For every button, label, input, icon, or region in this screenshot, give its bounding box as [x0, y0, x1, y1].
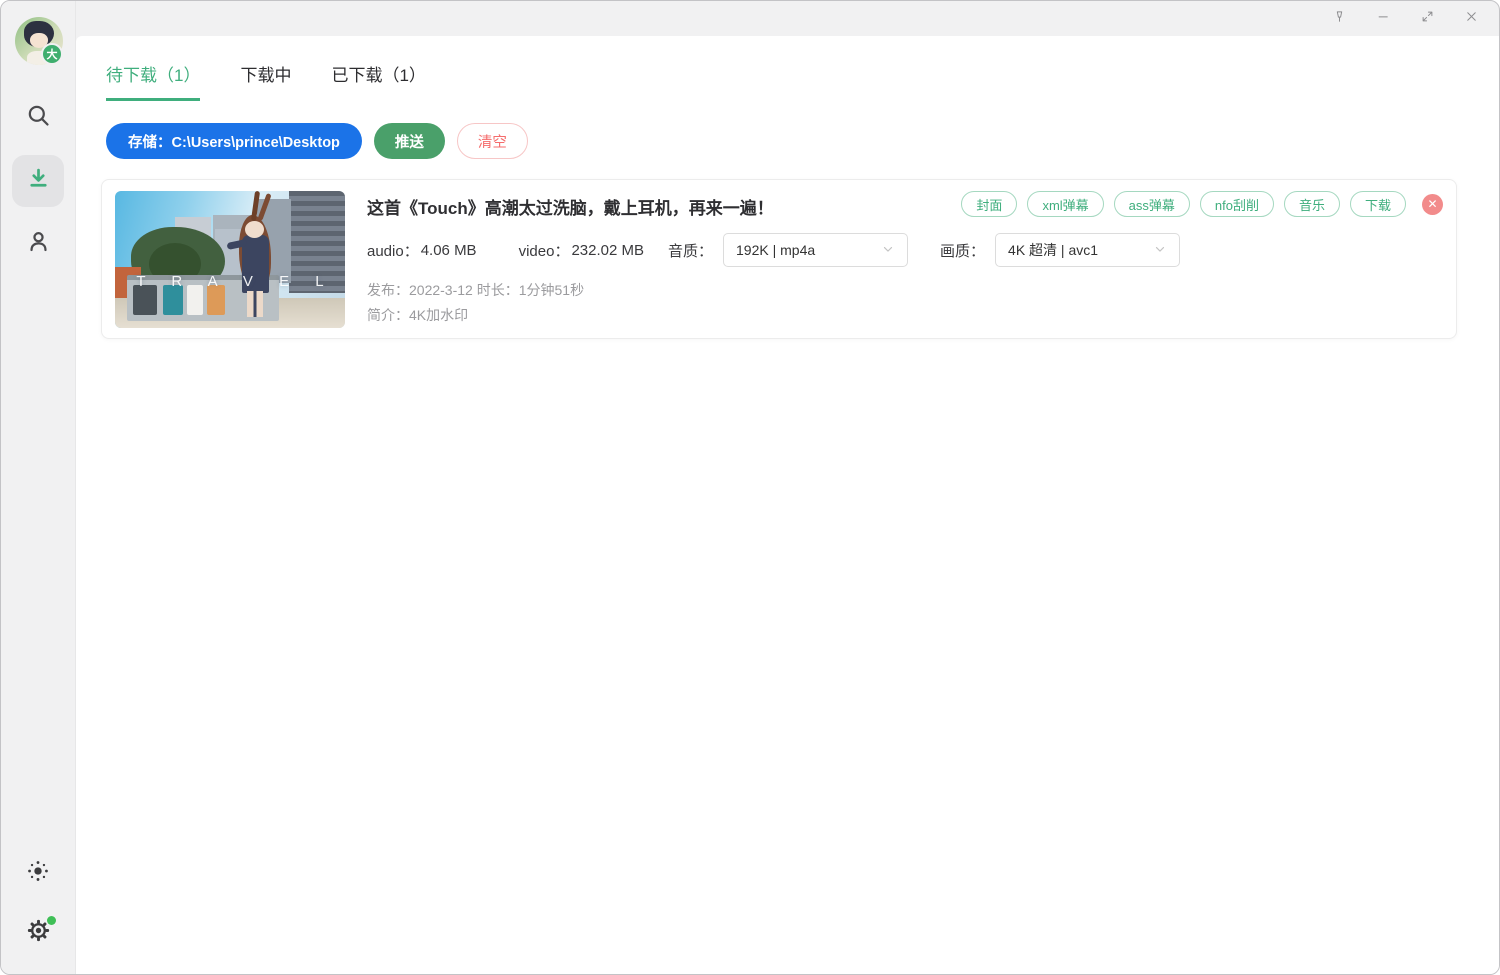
pin-window-button[interactable] — [1317, 4, 1361, 34]
remove-x-icon: ✕ — [1427, 197, 1437, 211]
video-title: 这首《Touch》高潮太过洗脑，戴上耳机，再来一遍！ — [367, 194, 774, 219]
tag-ass-danmaku[interactable]: ass弹幕 — [1114, 191, 1190, 217]
clear-button[interactable]: 清空 — [457, 123, 528, 159]
minimize-button[interactable] — [1361, 4, 1405, 34]
audio-quality-select[interactable]: 192K | mp4a — [723, 233, 908, 267]
titlebar — [1, 1, 1499, 36]
search-icon — [25, 102, 52, 134]
tag-music[interactable]: 音乐 — [1284, 191, 1340, 217]
tab-downloaded[interactable]: 已下载（1） — [331, 61, 425, 101]
settings-update-dot — [47, 916, 56, 925]
publish-info: 发布：2022-3-12 时长：1分钟51秒 — [367, 280, 1443, 300]
thumbnail-overlay-text: T R A V E L — [115, 273, 345, 290]
sidebar-item-user[interactable] — [18, 224, 58, 264]
download-icon — [25, 165, 52, 197]
video-quality-selected: 4K 超清 | avc1 — [1008, 240, 1098, 260]
thumbnail-art-character — [247, 291, 263, 317]
tag-download[interactable]: 下载 — [1350, 191, 1406, 217]
push-button[interactable]: 推送 — [374, 123, 445, 159]
close-icon — [1464, 9, 1479, 29]
sidebar: 大 — [1, 1, 76, 974]
audio-quality-selected: 192K | mp4a — [736, 242, 815, 258]
tag-cover[interactable]: 封面 — [961, 191, 1017, 217]
audio-quality-label: 音质： — [668, 240, 713, 261]
item-meta-row: audio： 4.06 MB video： 232.02 MB 音质： 192K… — [367, 233, 1443, 267]
settings-button[interactable] — [18, 913, 58, 953]
pin-icon — [1332, 9, 1347, 29]
download-item-card: T R A V E L 这首《Touch》高潮太过洗脑，戴上耳机，再来一遍！ 封… — [101, 179, 1457, 339]
close-window-button[interactable] — [1449, 4, 1493, 34]
video-thumbnail[interactable]: T R A V E L — [115, 191, 345, 328]
tab-bar: 待下载（1） 下载中 已下载（1） — [106, 61, 1499, 101]
theme-toggle-button[interactable] — [18, 853, 58, 893]
app-window: 大 — [0, 0, 1500, 975]
minimize-icon — [1376, 9, 1391, 29]
item-info: 这首《Touch》高潮太过洗脑，戴上耳机，再来一遍！ 封面 xml弹幕 ass弹… — [367, 191, 1443, 327]
sidebar-item-search[interactable] — [18, 98, 58, 138]
tag-nfo-scrape[interactable]: nfo刮削 — [1200, 191, 1274, 217]
toolbar: 存储：C:\Users\prince\Desktop 推送 清空 — [106, 123, 1499, 159]
main-content: 待下载（1） 下载中 已下载（1） 存储：C:\Users\prince\Des… — [76, 36, 1499, 974]
video-size-label: video： — [519, 240, 570, 261]
intro-info: 简介：4K加水印 — [367, 305, 1443, 325]
video-quality-label: 画质： — [940, 240, 985, 261]
user-icon — [25, 228, 52, 260]
maximize-button[interactable] — [1405, 4, 1449, 34]
chevron-down-icon — [1153, 242, 1167, 259]
video-size-value: 232.02 MB — [571, 242, 644, 259]
storage-path-button[interactable]: 存储：C:\Users\prince\Desktop — [106, 123, 362, 159]
tag-xml-danmaku[interactable]: xml弹幕 — [1027, 191, 1103, 217]
sidebar-item-downloads[interactable] — [12, 155, 64, 207]
audio-size-label: audio： — [367, 240, 419, 261]
chevron-down-icon — [881, 242, 895, 259]
thumbnail-art-character — [245, 221, 264, 238]
tab-pending[interactable]: 待下载（1） — [106, 61, 200, 101]
maximize-icon — [1420, 9, 1435, 29]
video-quality-select[interactable]: 4K 超清 | avc1 — [995, 233, 1180, 267]
tab-downloading[interactable]: 下载中 — [240, 61, 291, 101]
audio-size-value: 4.06 MB — [421, 242, 477, 259]
brightness-icon — [25, 858, 51, 889]
window-controls — [1317, 1, 1493, 36]
avatar-level-badge: 大 — [41, 43, 63, 65]
remove-item-button[interactable]: ✕ — [1422, 194, 1443, 215]
item-tag-bar: 封面 xml弹幕 ass弹幕 nfo刮削 音乐 下载 ✕ — [961, 191, 1443, 217]
